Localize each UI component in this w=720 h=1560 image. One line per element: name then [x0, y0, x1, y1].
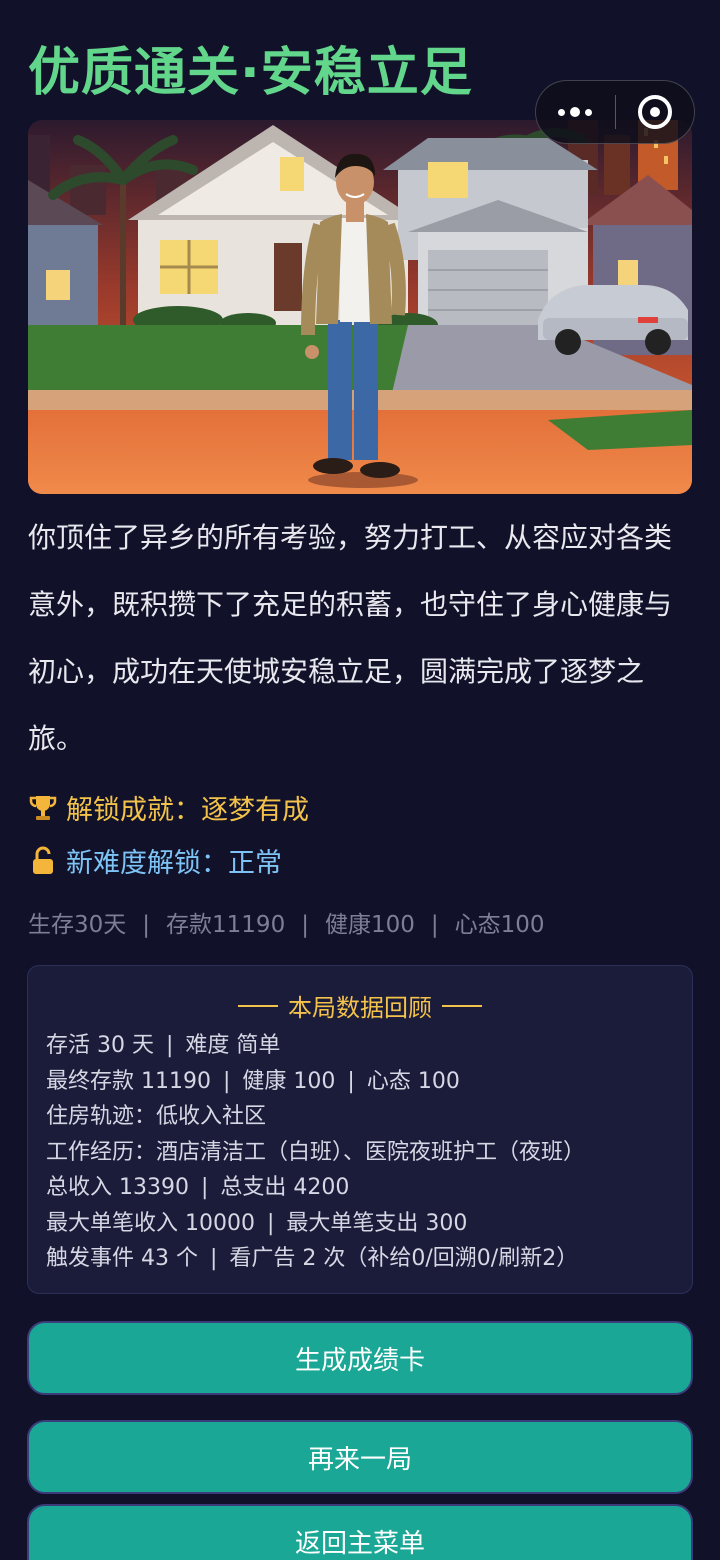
review-divider: |: [200, 1175, 209, 1200]
data-review-panel: 本局数据回顾 存活 30 天 | 难度 简单 最终存款 11190 | 健康 100 | 心…: [27, 965, 693, 1294]
hero-illustration: [28, 120, 692, 494]
review-max-expense: 最大单笔支出 300: [286, 1210, 468, 1236]
review-total-income: 总收入 13390: [46, 1175, 189, 1200]
review-mood: 心态 100: [366, 1068, 460, 1094]
mini-program-capsule: [535, 80, 695, 144]
stat-health: 健康100: [324, 912, 415, 938]
difficulty-unlock-label: 新难度解锁：正常: [66, 848, 282, 879]
review-divider: |: [165, 1033, 174, 1058]
review-housing: 住房轨迹：低收入社区: [46, 1104, 267, 1129]
stat-divider: |: [142, 912, 151, 938]
generate-score-card-button[interactable]: 生成成绩卡: [27, 1321, 693, 1395]
page-title: 优质通关·安稳立足: [28, 43, 473, 103]
trophy-icon: [29, 795, 57, 820]
achievement-unlocked: 解锁成就：逐梦有成: [28, 788, 309, 827]
more-dots-icon: [558, 107, 593, 117]
review-title: 本局数据回顾: [288, 994, 432, 1022]
difficulty-unlocked: 新难度解锁：正常: [28, 841, 282, 880]
stat-mood: 心态100: [454, 912, 545, 938]
close-button[interactable]: [616, 81, 695, 143]
review-ads: 看广告 2 次（补给0/回溯0/刷新2）: [229, 1246, 579, 1271]
replay-button[interactable]: 再来一局: [27, 1420, 693, 1494]
review-line: 存活 30 天 | 难度 简单: [46, 1028, 682, 1064]
review-events: 触发事件 43 个: [46, 1246, 198, 1271]
review-divider: |: [209, 1246, 218, 1271]
heading-rule-left: [238, 1004, 278, 1007]
house-sunset-illustration: [28, 120, 692, 494]
more-button[interactable]: [536, 81, 615, 143]
review-max-income: 最大单笔收入 10000: [46, 1210, 255, 1236]
review-total-expense: 总支出 4200: [220, 1175, 350, 1200]
review-survival-days: 存活 30 天: [46, 1033, 154, 1058]
review-lines: 存活 30 天 | 难度 简单 最终存款 11190 | 健康 100 | 心态 100 住…: [46, 1028, 682, 1277]
review-final-savings: 最终存款 11190: [46, 1068, 211, 1094]
ending-story-text: 你顶住了异乡的所有考验，努力打工、从容应对各类意外，既积攒下了充足的积蓄，也守住…: [28, 521, 673, 755]
main-menu-button[interactable]: 返回主菜单: [27, 1504, 693, 1560]
stat-divider: |: [301, 912, 309, 938]
review-difficulty: 难度 简单: [185, 1033, 281, 1058]
review-divider: |: [266, 1210, 275, 1236]
stat-savings: 存款11190: [166, 912, 286, 938]
review-heading: 本局数据回顾: [28, 988, 692, 1023]
review-divider: |: [347, 1068, 355, 1094]
review-jobs: 工作经历：酒店清洁工（白班）、医院夜班护工（夜班）: [46, 1139, 586, 1165]
stat-divider: |: [430, 912, 439, 938]
review-line: 触发事件 43 个 | 看广告 2 次（补给0/回溯0/刷新2）: [46, 1241, 682, 1277]
review-health: 健康 100: [242, 1068, 336, 1094]
unlock-icon: [33, 846, 53, 874]
ending-page: 优质通关·安稳立足 你顶住了异乡的所有考验，努力打工、从容应对各类意外，既积攒下…: [0, 0, 720, 1560]
review-line: 总收入 13390 | 总支出 4200: [46, 1170, 682, 1206]
achievement-label: 解锁成就：逐梦有成: [66, 795, 309, 826]
final-stats-row: 生存30天 | 存款11190 | 健康100 | 心态100: [28, 905, 545, 939]
heading-rule-right: [442, 1004, 482, 1007]
review-line: 最大单笔收入 10000 | 最大单笔支出 300: [46, 1206, 682, 1242]
stat-days: 生存30天: [28, 912, 127, 938]
target-circle-icon: [637, 95, 672, 129]
review-divider: |: [222, 1068, 231, 1094]
review-line: 最终存款 11190 | 健康 100 | 心态 100: [46, 1064, 682, 1100]
